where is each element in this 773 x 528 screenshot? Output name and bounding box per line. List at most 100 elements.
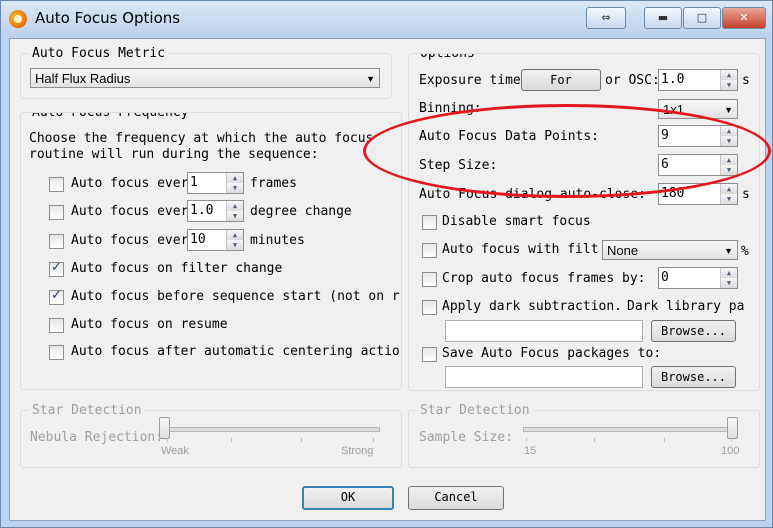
slider-tick (373, 438, 374, 442)
spin-up-icon[interactable]: ▲ (721, 70, 737, 80)
binning-select[interactable]: 1x1 ▼ (658, 99, 738, 119)
swap-icon[interactable]: ⇔ (586, 7, 626, 29)
sample-max-label: 100 (721, 445, 740, 457)
title-bar[interactable]: Auto Focus Options ⇔ ▬ □ ✕ (1, 1, 772, 37)
af-frames-checkbox[interactable] (49, 177, 64, 192)
spin-down-icon[interactable]: ▼ (227, 240, 243, 250)
nebula-rejection-label: Nebula Rejection: (30, 430, 164, 445)
minimize-button[interactable]: ▬ (644, 7, 682, 29)
dark-subtraction-checkbox[interactable] (422, 300, 437, 315)
autoclose-label: Auto Focus dialog auto-close: (419, 187, 646, 202)
crop-checkbox[interactable] (422, 272, 437, 287)
step-size-label: Step Size: (419, 158, 498, 173)
af-degree-value: 1.0 (190, 203, 214, 218)
ok-button[interactable]: OK (302, 486, 394, 510)
metric-select-value: Half Flux Radius (35, 71, 131, 86)
slider-tick (664, 438, 665, 442)
data-points-value: 9 (661, 128, 669, 143)
step-size-spinner[interactable]: 6 ▲ ▼ (658, 154, 738, 176)
af-before-sequence-label: Auto focus before sequence start (not on… (71, 289, 400, 304)
metric-group: Auto Focus Metric Half Flux Radius ▼ (20, 46, 392, 99)
af-with-filter-checkbox[interactable] (422, 243, 437, 258)
options-legend: Options (417, 54, 478, 61)
af-degree-checkbox[interactable] (49, 205, 64, 220)
save-packages-checkbox[interactable] (422, 347, 437, 362)
window-title: Auto Focus Options (35, 9, 181, 27)
af-degree-spinner[interactable]: 1.0 ▲ ▼ (187, 200, 244, 222)
spin-up-icon[interactable]: ▲ (227, 230, 243, 240)
af-degree-suffix: degree change (250, 204, 352, 219)
step-size-value: 6 (661, 157, 669, 172)
af-filter-unit: % (741, 244, 749, 259)
af-minutes-spinner[interactable]: 10 ▲ ▼ (187, 229, 244, 251)
slider-tick (167, 438, 168, 442)
spin-down-icon[interactable]: ▼ (721, 136, 737, 146)
dialog-window: Auto Focus Options ⇔ ▬ □ ✕ Auto Focus Me… (0, 0, 773, 528)
dark-subtraction-label: Apply dark subtraction. (442, 299, 623, 314)
close-button[interactable]: ✕ (722, 7, 766, 29)
spin-down-icon[interactable]: ▼ (721, 194, 737, 204)
browse-packages-button[interactable]: Browse... (651, 366, 736, 388)
dark-library-path-input[interactable] (445, 320, 643, 342)
cancel-button[interactable]: Cancel (408, 486, 504, 510)
spin-down-icon[interactable]: ▼ (721, 165, 737, 175)
autoclose-value: 180 (661, 186, 685, 201)
af-filter-select[interactable]: None ▼ (602, 240, 738, 260)
autoclose-spinner[interactable]: 180 ▲ ▼ (658, 183, 738, 205)
binning-value: 1x1 (663, 102, 684, 117)
metric-select[interactable]: Half Flux Radius ▼ (30, 68, 380, 88)
app-icon (9, 10, 27, 28)
slider-tick (301, 438, 302, 442)
slider-tick (526, 438, 527, 442)
exposure-label: Exposure time (419, 73, 521, 88)
browse-dark-button[interactable]: Browse... (651, 320, 736, 342)
sample-size-thumb[interactable] (727, 417, 738, 439)
crop-label: Crop auto focus frames by: (442, 271, 646, 286)
star-detection-right-legend: Star Detection (417, 403, 533, 418)
dialog-body: Auto Focus Metric Half Flux Radius ▼ Aut… (9, 38, 766, 521)
data-points-label: Auto Focus Data Points: (419, 129, 600, 144)
spin-down-icon[interactable]: ▼ (721, 80, 737, 90)
af-after-centering-checkbox[interactable] (49, 345, 64, 360)
nebula-rejection-thumb[interactable] (159, 417, 170, 439)
exposure-value: 1.0 (661, 72, 685, 87)
maximize-button[interactable]: □ (683, 7, 721, 29)
af-degree-label: Auto focus ever (71, 204, 189, 219)
save-packages-path-input[interactable] (445, 366, 643, 388)
spin-up-icon[interactable]: ▲ (721, 268, 737, 278)
spin-up-icon[interactable]: ▲ (227, 173, 243, 183)
af-with-filter-label: Auto focus with filt (442, 242, 599, 257)
spin-down-icon[interactable]: ▼ (227, 211, 243, 221)
nebula-min-label: Weak (161, 445, 189, 457)
options-group: Options Exposure time For or OSC: 1.0 ▲ ▼… (408, 53, 760, 391)
crop-spinner[interactable]: 0 ▲ ▼ (658, 267, 738, 289)
af-minutes-value: 10 (190, 232, 206, 247)
spin-down-icon[interactable]: ▼ (227, 183, 243, 193)
slider-tick (594, 438, 595, 442)
star-detection-left-group: Star Detection Nebula Rejection: Weak St… (20, 403, 402, 468)
data-points-spinner[interactable]: 9 ▲ ▼ (658, 125, 738, 147)
sample-size-track[interactable] (523, 427, 737, 432)
af-frames-spinner[interactable]: 1 ▲ ▼ (187, 172, 244, 194)
disable-smart-focus-checkbox[interactable] (422, 215, 437, 230)
af-filter-change-checkbox[interactable] (49, 260, 64, 277)
spin-down-icon[interactable]: ▼ (721, 278, 737, 288)
af-frames-label: Auto focus ever (71, 176, 189, 191)
af-before-sequence-checkbox[interactable] (49, 288, 64, 305)
nebula-rejection-track[interactable] (164, 427, 380, 432)
spin-up-icon[interactable]: ▲ (721, 155, 737, 165)
star-detection-right-group: Star Detection Sample Size: 15 100 (408, 403, 760, 468)
sample-size-label: Sample Size: (419, 430, 513, 445)
af-filter-change-label: Auto focus on filter change (71, 261, 283, 276)
crop-value: 0 (661, 270, 669, 285)
exposure-spinner[interactable]: 1.0 ▲ ▼ (658, 69, 738, 91)
af-on-resume-checkbox[interactable] (49, 318, 64, 333)
disable-smart-focus-label: Disable smart focus (442, 214, 591, 229)
spin-up-icon[interactable]: ▲ (227, 201, 243, 211)
spin-up-icon[interactable]: ▲ (721, 126, 737, 136)
af-minutes-suffix: minutes (250, 233, 305, 248)
for-button[interactable]: For (521, 69, 601, 91)
nebula-max-label: Strong (341, 445, 374, 457)
af-minutes-checkbox[interactable] (49, 234, 64, 249)
spin-up-icon[interactable]: ▲ (721, 184, 737, 194)
